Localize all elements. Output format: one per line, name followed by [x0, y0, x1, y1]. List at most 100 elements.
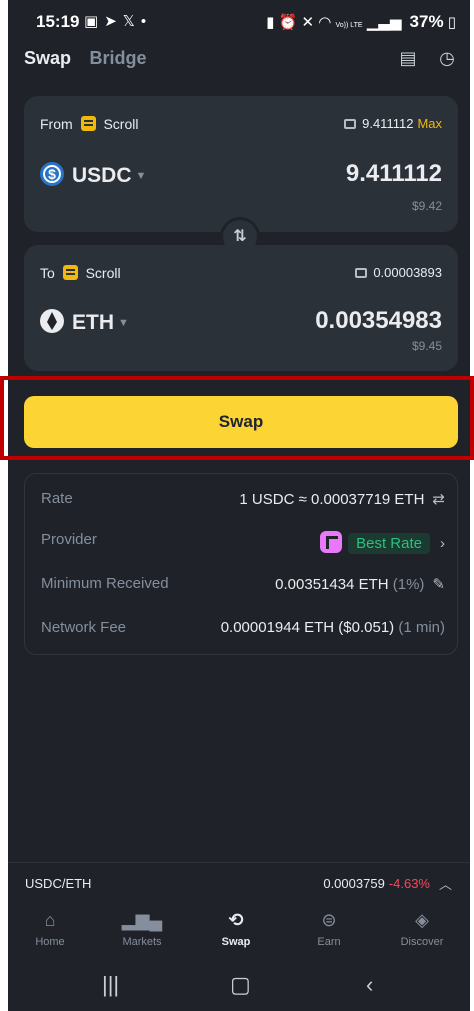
from-chain-name: Scroll [103, 116, 139, 132]
to-label: To [40, 265, 55, 281]
status-right-icons: ▮ ⏰ ✕ ◠ Vo)) LTE ▁▃▅ 37% ▯ [266, 12, 456, 32]
from-card: From Scroll 9.411112Max USDC▼ 9.411112 $… [24, 96, 458, 232]
wallet-icon [355, 268, 368, 278]
slippage-value: (1%) [392, 576, 425, 593]
from-chain-selector[interactable]: From Scroll [40, 116, 138, 132]
from-balance-value: 9.411112 [362, 116, 414, 131]
status-time: 15:19 [36, 12, 80, 31]
best-rate-badge: Best Rate [348, 533, 430, 554]
nav-earn-label: Earn [317, 936, 341, 948]
nav-home[interactable]: ⌂ Home [10, 908, 90, 948]
provider-logo-icon [320, 531, 343, 553]
to-token-selector[interactable]: ETH ▼ [40, 309, 129, 335]
tab-bridge[interactable]: Bridge [89, 48, 146, 69]
from-token-symbol: USDC [72, 164, 132, 187]
markets-icon: ▂▆▄ [121, 910, 163, 930]
back-icon[interactable]: ‹ [366, 972, 373, 998]
to-token-symbol: ETH [72, 311, 114, 334]
tab-swap[interactable]: Swap [24, 48, 71, 69]
mute-icon: ✕ [301, 14, 315, 31]
nav-discover-label: Discover [400, 936, 444, 948]
swap-icon: ⟲ [228, 910, 244, 930]
network-fee-value: 0.00001944 ETH ($0.051) [220, 619, 395, 636]
to-chain-name: Scroll [85, 265, 121, 281]
network-fee-value-group: 0.00001944 ETH ($0.051) (1 min) [221, 619, 445, 636]
image-icon: ▣ [84, 13, 105, 30]
order-history-icon[interactable]: ▤ [397, 48, 419, 70]
minimum-received-label: Minimum Received [41, 575, 169, 592]
nav-swap[interactable]: ⟲ Swap [196, 908, 276, 948]
ticker-pair: USDC/ETH [25, 876, 92, 891]
minimum-received-row: Minimum Received 0.00351434 ETH (1%) ✎ [41, 575, 445, 599]
to-balance-value: 0.00003893 [373, 265, 442, 280]
to-card: To Scroll 0.00003893 ETH ▼ 0.00354983 $9.… [24, 245, 458, 371]
provider-value-group: Best Rate › [320, 531, 445, 554]
bottom-nav: ⌂ Home ▂▆▄ Markets ⟲ Swap ⊜ Earn ◈ Discover [8, 902, 470, 958]
network-fee-row: Network Fee 0.00001944 ETH ($0.051) (1 m… [41, 619, 445, 643]
to-balance: 0.00003893 [355, 265, 442, 280]
volte-icon: Vo)) LTE [335, 22, 363, 29]
rate-label: Rate [41, 490, 73, 507]
nav-discover[interactable]: ◈ Discover [382, 908, 462, 948]
eth-icon [40, 309, 64, 333]
edit-slippage-icon[interactable]: ✎ [432, 576, 445, 593]
from-fiat-value: $9.42 [411, 199, 442, 213]
from-amount-input[interactable]: 9.411112 [346, 160, 442, 188]
scroll-chain-icon [62, 265, 78, 280]
recent-apps-icon[interactable]: ||| [102, 972, 119, 998]
header-tabs: Swap Bridge [24, 48, 160, 74]
max-button[interactable]: Max [417, 116, 442, 131]
x-icon: 𝕏 [122, 13, 141, 30]
ticker-price: 0.0003759 [323, 876, 385, 891]
earn-icon: ⊜ [321, 910, 337, 930]
nav-swap-label: Swap [221, 936, 251, 948]
nav-markets-label: Markets [122, 936, 162, 948]
status-bar: 15:19 ▣➤𝕏• ▮ ⏰ ✕ ◠ Vo)) LTE ▁▃▅ 37% ▯ [8, 0, 470, 40]
provider-label: Provider [41, 531, 97, 548]
from-balance: 9.411112 Max [344, 116, 442, 131]
provider-row[interactable]: Provider Best Rate › [41, 531, 445, 555]
home-button-icon[interactable]: ▢ [230, 972, 251, 998]
battery-saver-icon: ▮ [266, 14, 275, 31]
rate-value: 1 USDC ≈ 0.00037719 ETH [239, 491, 425, 508]
discover-icon: ◈ [415, 910, 429, 930]
minimum-received-value: 0.00351434 ETH [275, 576, 389, 593]
minimum-received-value-group: 0.00351434 ETH (1%) ✎ [275, 575, 445, 593]
alarm-icon: ⏰ [278, 14, 298, 31]
usdc-icon [40, 162, 64, 186]
screen: 15:19 ▣➤𝕏• ▮ ⏰ ✕ ◠ Vo)) LTE ▁▃▅ 37% ▯ Sw… [0, 0, 474, 1011]
battery-icon: ▯ [447, 14, 456, 31]
invert-rate-icon[interactable]: ⇄ [432, 491, 445, 508]
nav-home-label: Home [35, 936, 65, 948]
history-clock-icon[interactable]: ◷ [436, 48, 458, 70]
swap-details-panel: Rate 1 USDC ≈ 0.00037719 ETH ⇄ Provider B… [24, 473, 458, 655]
to-fiat-value: $9.45 [411, 339, 442, 353]
network-fee-time: (1 min) [398, 619, 445, 636]
nav-markets[interactable]: ▂▆▄ Markets [102, 908, 182, 948]
highlight-box [0, 376, 474, 460]
to-chain-selector[interactable]: To Scroll [40, 265, 121, 281]
from-label: From [40, 116, 73, 132]
chevron-up-icon[interactable]: ︿ [439, 874, 452, 893]
to-amount-value: 0.00354983 [315, 307, 442, 334]
status-left-icons: ▣➤𝕏• [84, 12, 152, 30]
rate-value-group: 1 USDC ≈ 0.00037719 ETH ⇄ [239, 490, 445, 508]
battery-percent: 37% [409, 12, 444, 31]
wifi-icon: ◠ [318, 14, 332, 31]
system-nav-bar: ||| ▢ ‹ [8, 960, 470, 1011]
rate-row: Rate 1 USDC ≈ 0.00037719 ETH ⇄ [41, 490, 445, 514]
ticker-price-group: 0.0003759 -4.63% [323, 876, 430, 891]
home-icon: ⌂ [44, 910, 56, 930]
nav-earn[interactable]: ⊜ Earn [289, 908, 369, 948]
app-window: 15:19 ▣➤𝕏• ▮ ⏰ ✕ ◠ Vo)) LTE ▁▃▅ 37% ▯ Sw… [8, 0, 470, 1011]
scroll-chain-icon [80, 116, 96, 131]
ticker-change: -4.63% [388, 876, 430, 891]
from-token-selector[interactable]: USDC▼ [40, 162, 146, 188]
caret-down-icon: ▼ [135, 170, 147, 182]
signal-icon: ▁▃▅ [366, 14, 402, 31]
dot-icon: • [140, 13, 153, 30]
telegram-icon: ➤ [104, 13, 123, 30]
chevron-right-icon: › [440, 535, 445, 552]
price-ticker-bar[interactable]: USDC/ETH 0.0003759 -4.63% ︿ [8, 862, 470, 902]
caret-down-icon: ▼ [118, 317, 129, 329]
